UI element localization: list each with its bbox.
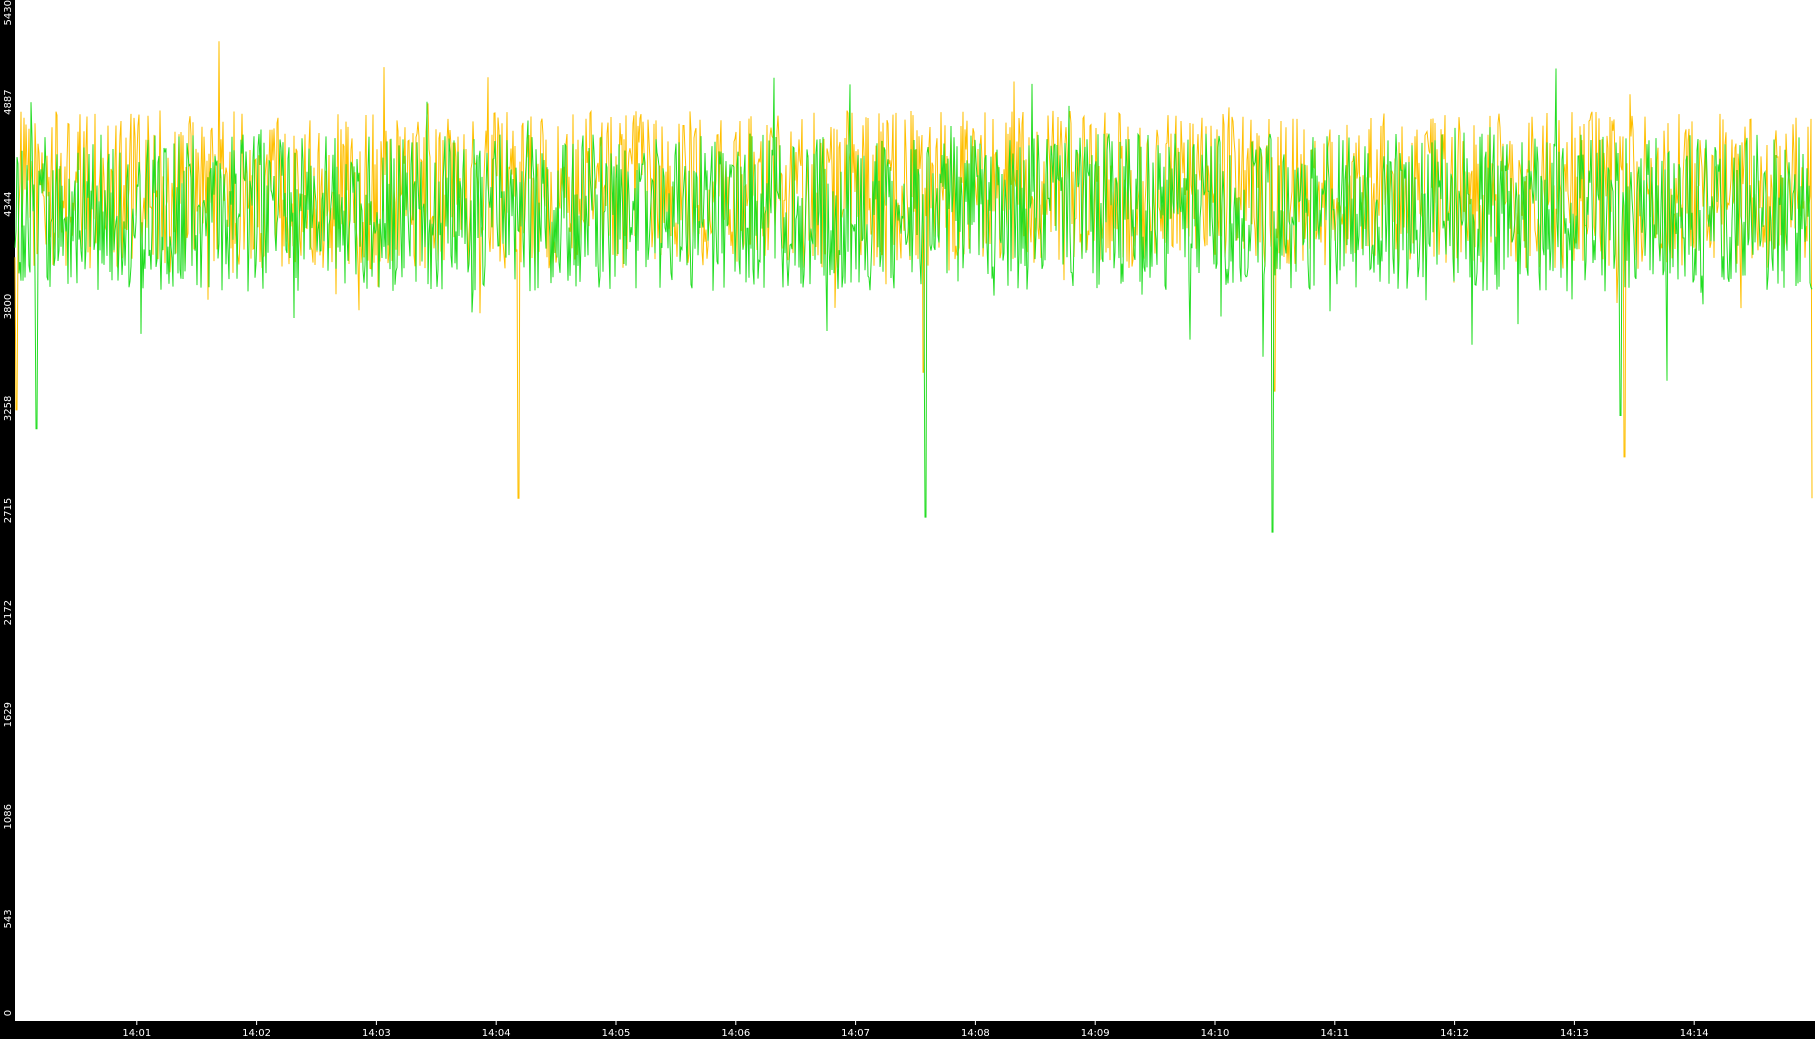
x-tick-label: 14:04: [482, 1028, 511, 1039]
y-tick-label: 4887: [3, 89, 14, 114]
y-tick-label: 2172: [3, 600, 14, 625]
timeseries-chart: 0 543 1086 1629 2172 2715 3258 3800 4344 4887 5430…: [0, 0, 1815, 1039]
x-tick-label: 14:12: [1440, 1028, 1469, 1039]
x-tick-label: 14:10: [1201, 1028, 1230, 1039]
y-tick-label: 5430: [3, 0, 14, 25]
x-tick-label: 14:06: [721, 1028, 750, 1039]
y-tick-label: 543: [3, 909, 14, 928]
x-tick-label: 14:11: [1320, 1028, 1349, 1039]
x-tick-label: 14:07: [841, 1028, 870, 1039]
x-tick-label: 14:09: [1081, 1028, 1110, 1039]
x-axis-strip: [0, 1021, 1815, 1039]
y-tick-label: 4344: [3, 191, 14, 216]
y-tick-label: 1629: [3, 702, 14, 727]
x-tick-label: 14:13: [1560, 1028, 1589, 1039]
x-tick-label: 14:01: [122, 1028, 151, 1039]
x-tick-label: 14:03: [362, 1028, 391, 1039]
y-tick-label: 3800: [3, 294, 14, 319]
x-tick-label: 14:14: [1680, 1028, 1709, 1039]
x-tick-label: 14:02: [242, 1028, 271, 1039]
x-tick-label: 14:05: [602, 1028, 631, 1039]
y-tick-label: 1086: [3, 804, 14, 829]
y-tick-label: 0: [3, 1010, 14, 1016]
y-tick-label: 2715: [3, 498, 14, 523]
y-tick-label: 3258: [3, 396, 14, 421]
x-tick-label: 14:08: [961, 1028, 990, 1039]
